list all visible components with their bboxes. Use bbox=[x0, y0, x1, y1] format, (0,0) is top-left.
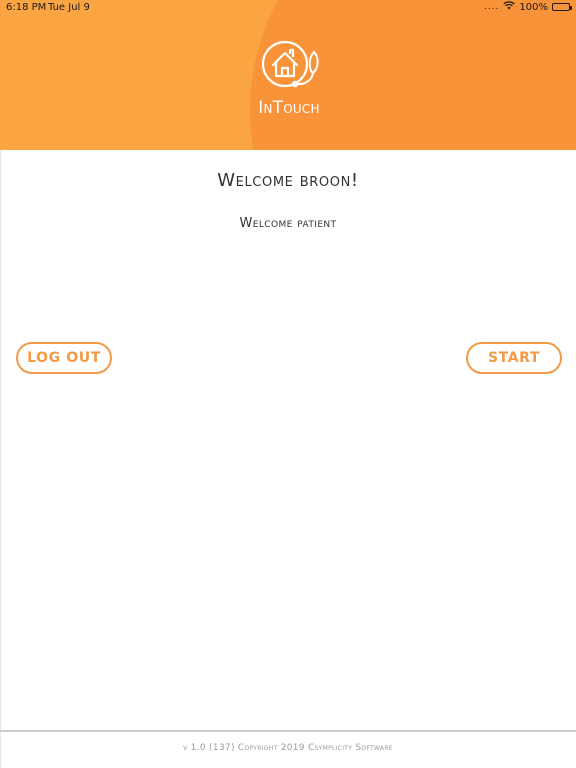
status-bar: 6:18 PM Tue Jul 9 .... 100% bbox=[0, 0, 576, 16]
left-edge-divider bbox=[0, 150, 1, 768]
status-time: 6:18 PM bbox=[6, 2, 47, 13]
welcome-subtitle: Welcome patient bbox=[239, 216, 337, 231]
house-with-stethoscope-icon bbox=[261, 40, 325, 100]
logout-button[interactable]: LOG OUT bbox=[16, 342, 112, 374]
wifi-icon bbox=[503, 1, 516, 13]
footer-divider bbox=[0, 730, 576, 732]
app-logo: InTouch bbox=[251, 40, 327, 120]
signal-dots: .... bbox=[483, 2, 500, 12]
app-screen: 6:18 PM Tue Jul 9 .... 100% InTouch Welc… bbox=[0, 0, 576, 768]
app-name: InTouch bbox=[258, 98, 320, 118]
header-banner: 6:18 PM Tue Jul 9 .... 100% InTouch bbox=[0, 0, 576, 150]
status-indicators: .... 100% bbox=[483, 1, 572, 13]
start-button[interactable]: START bbox=[466, 342, 562, 374]
battery-percent: 100% bbox=[519, 1, 548, 13]
status-date: Tue Jul 9 bbox=[48, 2, 90, 13]
welcome-title: Welcome broon! bbox=[217, 170, 359, 191]
footer-copyright: v 1.0 (137) Copyright 2019 Csymplicity S… bbox=[183, 743, 393, 753]
battery-icon bbox=[552, 3, 572, 11]
